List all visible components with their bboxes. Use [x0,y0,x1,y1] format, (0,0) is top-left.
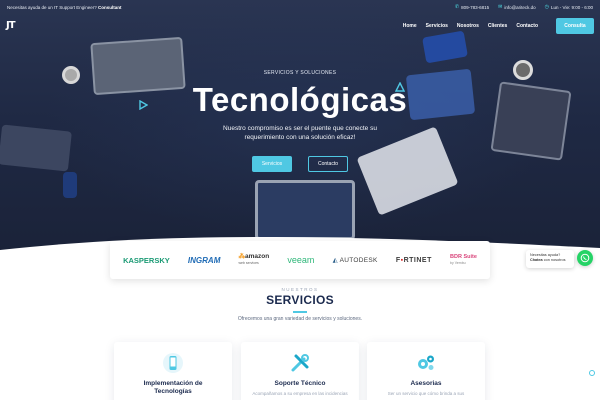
consulta-button[interactable]: Consulta [556,18,594,34]
title-underline [293,311,307,313]
top-info-bar: Necesitas ayuda de un IT Support Enginee… [0,0,600,14]
service-card-title-line: Implementación de [143,380,203,387]
tools-icon [289,352,311,374]
gears-icon [415,352,437,374]
hero-subtitle-line: requerimiento con una solución eficaz! [244,134,356,141]
service-card-title: Implementación de Tecnologías [114,380,232,396]
service-card-title-line: Tecnologías [154,388,192,395]
servicios-button[interactable]: Servicios [252,156,292,172]
hero-title: Tecnológicas [192,81,408,118]
service-card-asesorias[interactable]: Asesorias Ser un servicio que cómo brind… [367,342,485,400]
nav-links: Home Servicios Nosotros Clientes Contact… [403,18,594,34]
mail-icon: ✉ [498,4,503,10]
autodesk-logo: ◭ AUTODESK [333,256,378,264]
nav-item-contacto[interactable]: Contacto [516,23,538,29]
whatsapp-bubble[interactable]: Necesitas ayuda? Chatea con nosotros [526,250,574,268]
amazon-logo: ⁂amazon web services [238,253,270,266]
nav-item-nosotros[interactable]: Nosotros [457,23,479,29]
whatsapp-bubble-text: Necesitas ayuda? [530,253,561,257]
phone-icon: ✆ [454,4,460,10]
fortinet-logo: F▪RTINET [396,257,432,264]
service-card-title: Asesorias [410,380,442,387]
phone-info[interactable]: ✆ 809-783-6815 [455,4,489,10]
clock-icon: ◷ [544,4,550,10]
hero-content: SERVICIOS Y SOLUCIONES Tecnológicas Nues… [0,70,600,172]
contacto-button[interactable]: Contacto [308,156,348,172]
whatsapp-bubble-bold: Chatea [530,258,543,262]
services-title: SERVICIOS [266,293,334,307]
nav-item-home[interactable]: Home [403,23,417,29]
hero-subtitle-line: Nuestro compromiso es ser el puente que … [223,125,377,132]
kaspersky-logo: KASPERSKY [123,255,170,265]
hours-info: ◷ Lun - Vie: 9:00 - 6:00 [545,4,593,10]
hero-subtitle: Nuestro compromiso es ser el puente que … [0,124,600,142]
bdr-logo-subtext: by Vembu [450,261,466,265]
amazon-logo-subtext: web services [238,261,259,265]
autodesk-logo-text: AUTODESK [339,257,378,264]
promo-text: Necesitas ayuda de un IT Support Enginee… [7,5,455,10]
fortinet-logo-text: RTINET [403,256,432,264]
partner-logos-strip: KASPERSKY INGRAM ⁂amazon web services ve… [110,241,490,279]
service-card-title: Soporte Técnico [274,380,326,387]
bdr-suite-logo: BDR Suite by Vembu [450,254,477,266]
hours-text: Lun - Vie: 9:00 - 6:00 [551,4,593,10]
phone-decoration [63,172,77,198]
email-address: info@ariteck.do [504,4,536,10]
amazon-logo-text: amazon [245,253,270,260]
whatsapp-bubble-rest: con nosotros [543,258,566,262]
veeam-logo: veeam [287,255,315,265]
service-card-text: Acompañamos a su empresa en las incidenc… [252,391,348,396]
nav-item-servicios[interactable]: Servicios [426,23,448,29]
ingram-logo: INGRAM [187,255,221,265]
hero-eyebrow: SERVICIOS Y SOLUCIONES [263,70,337,76]
mobile-icon [162,352,184,374]
services-eyebrow: NUESTROS [281,287,319,292]
hero-section: Necesitas ayuda de un IT Support Enginee… [0,0,600,262]
email-info[interactable]: ✉ info@ariteck.do [498,4,536,10]
whatsapp-button[interactable] [577,250,593,266]
scroll-to-top-button[interactable] [589,370,595,376]
whatsapp-icon [580,253,590,263]
promo-label: Necesitas ayuda de un IT Support Enginee… [7,4,97,10]
main-navbar: JT Home Servicios Nosotros Clientes Cont… [0,14,600,38]
services-description: Ofrecemos una gran variedad de servicios… [237,316,363,322]
autodesk-mark-icon: ◭ [332,257,338,264]
phone-number: 809-783-6815 [461,4,490,10]
nav-item-clientes[interactable]: Clientes [488,23,507,29]
service-card-implementacion[interactable]: Implementación de Tecnologías [114,342,232,400]
site-logo[interactable]: JT [6,20,26,32]
service-card-text: Ser un servicio que cómo brinda a sus [387,391,465,396]
service-card-soporte[interactable]: Soporte Técnico Acompañamos a su empresa… [241,342,359,400]
promo-link[interactable]: Consultant [98,5,122,10]
